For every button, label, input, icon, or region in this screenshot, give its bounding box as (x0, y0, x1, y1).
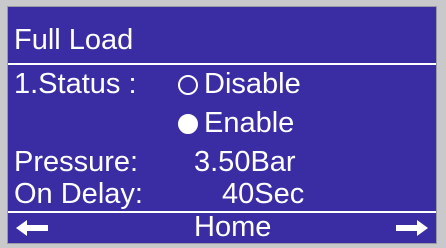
title-divider (8, 63, 436, 65)
home-button[interactable]: Home (194, 211, 271, 243)
arrow-right-icon[interactable] (396, 219, 428, 237)
arrow-left-icon[interactable] (16, 219, 48, 237)
status-label: 1.Status : (14, 68, 137, 100)
radio-enable[interactable] (178, 114, 198, 134)
pressure-label: Pressure: (14, 146, 139, 178)
pressure-value[interactable]: 3.50Bar (194, 147, 296, 177)
on-delay-value[interactable]: 40Sec (222, 179, 304, 209)
nav-bar: Home (8, 211, 436, 243)
page-title: Full Load (14, 24, 134, 56)
lcd-screen: Full Load 1.Status : Disable Enable Pres… (7, 6, 437, 244)
on-delay-label: On Delay: (14, 178, 143, 210)
status-option-disable[interactable]: Disable (204, 69, 301, 99)
radio-disable[interactable] (178, 75, 198, 95)
status-option-enable[interactable]: Enable (204, 108, 294, 138)
